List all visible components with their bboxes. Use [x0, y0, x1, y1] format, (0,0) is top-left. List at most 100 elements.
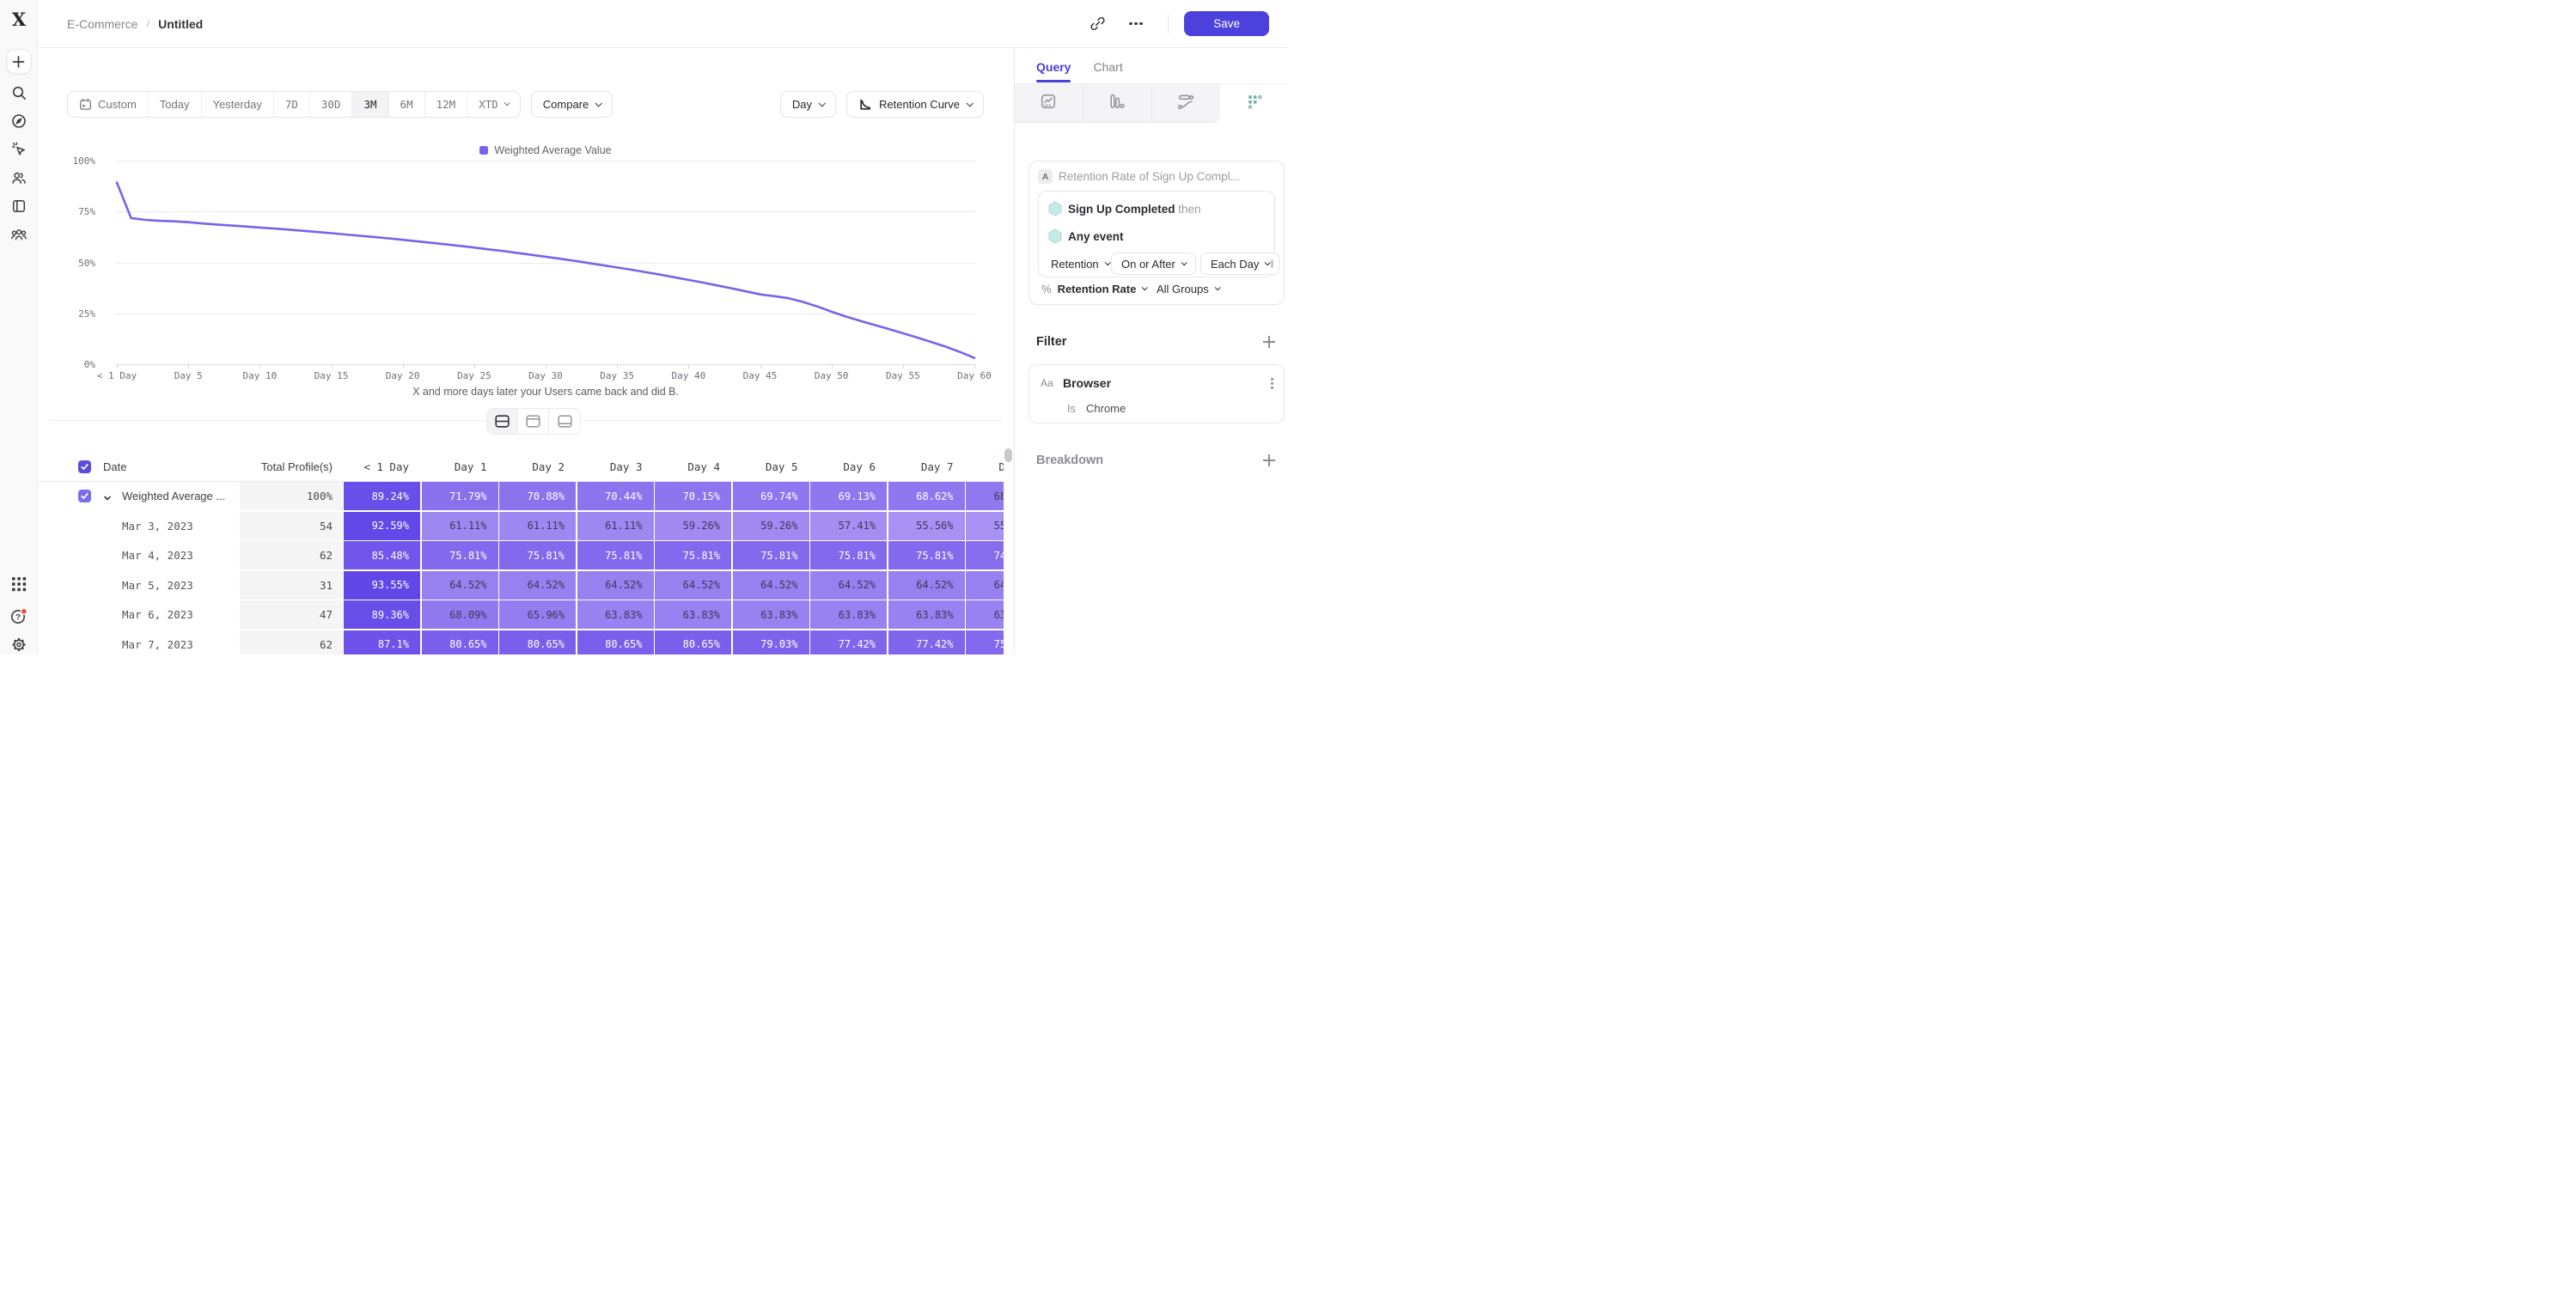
- retention-cell[interactable]: 92.59%: [344, 512, 420, 540]
- retention-cell[interactable]: 75.81%: [422, 541, 498, 569]
- retention-cell[interactable]: 59.26%: [733, 512, 809, 540]
- second-event-row[interactable]: Any event: [1068, 230, 1124, 243]
- retention-cell[interactable]: 61.11%: [422, 512, 498, 540]
- interval-dropdown[interactable]: Each Day: [1200, 253, 1279, 275]
- date-range-12m[interactable]: 12M: [425, 92, 468, 117]
- table-scrollbar[interactable]: [1004, 448, 1012, 462]
- retention-cell[interactable]: 68.09%: [422, 600, 498, 629]
- filter-operator[interactable]: Is: [1067, 403, 1076, 415]
- retention-cell[interactable]: 68.62%: [888, 482, 965, 510]
- table-only-toggle[interactable]: [549, 409, 580, 434]
- filter-property[interactable]: Browser: [1063, 376, 1111, 390]
- retention-cell[interactable]: 75.81%: [655, 541, 731, 569]
- app-logo[interactable]: X: [0, 9, 38, 30]
- retention-cell[interactable]: 64.52%: [577, 571, 654, 600]
- date-range-3m[interactable]: 3M: [352, 92, 388, 117]
- retention-cell[interactable]: 70.44%: [577, 482, 654, 510]
- add-breakdown-button[interactable]: [1263, 454, 1275, 466]
- first-event-row[interactable]: Sign Up Completed then: [1068, 203, 1201, 216]
- insights-tab[interactable]: [1015, 84, 1084, 123]
- retention-cell[interactable]: 63.83%: [966, 600, 1004, 629]
- filter-card[interactable]: Aa Browser Is Chrome: [1029, 364, 1285, 423]
- retention-cell[interactable]: 64.52%: [499, 571, 576, 600]
- retention-cell[interactable]: 68.11%: [966, 482, 1004, 510]
- retention-cell[interactable]: 65.96%: [499, 600, 576, 629]
- retention-cell[interactable]: 64.52%: [733, 571, 809, 600]
- funnels-tab[interactable]: [1084, 84, 1152, 123]
- settings-icon[interactable]: [10, 636, 27, 653]
- row-checkbox[interactable]: [78, 490, 91, 502]
- explore-icon[interactable]: [11, 113, 27, 129]
- retention-cell[interactable]: 64.52%: [888, 571, 965, 600]
- date-range-today[interactable]: Today: [149, 92, 202, 117]
- measure-dropdown[interactable]: % Retention Rate: [1041, 277, 1146, 300]
- retention-cell[interactable]: 75.81%: [577, 541, 654, 569]
- retention-cell[interactable]: 63.83%: [655, 600, 731, 629]
- retention-cell[interactable]: 64.52%: [810, 571, 887, 600]
- date-range-7d[interactable]: 7D: [274, 92, 310, 117]
- share-link-icon[interactable]: [1085, 12, 1109, 36]
- more-options-icon[interactable]: [1121, 12, 1151, 36]
- date-range-xtd[interactable]: XTD: [467, 92, 520, 117]
- retention-cell[interactable]: 70.88%: [499, 482, 576, 510]
- retention-cell[interactable]: 80.65%: [655, 630, 731, 655]
- retention-cell[interactable]: 55.56%: [966, 512, 1004, 540]
- breadcrumb-section[interactable]: E-Commerce: [67, 17, 137, 31]
- retention-cell[interactable]: 75.81%: [499, 541, 576, 569]
- retention-cell[interactable]: 61.11%: [499, 512, 576, 540]
- retention-cell[interactable]: 85.48%: [344, 541, 420, 569]
- retention-cell[interactable]: 64.52%: [655, 571, 731, 600]
- retention-cell[interactable]: 55.56%: [888, 512, 965, 540]
- filter-value[interactable]: Chrome: [1086, 402, 1126, 415]
- retention-cell[interactable]: 63.83%: [577, 600, 654, 629]
- tab-chart[interactable]: Chart: [1093, 60, 1122, 74]
- retention-cell[interactable]: 80.65%: [422, 630, 498, 655]
- events-icon[interactable]: [11, 142, 27, 157]
- retention-cell[interactable]: 75.81%: [733, 541, 809, 569]
- help-icon[interactable]: ?: [9, 607, 28, 626]
- search-icon[interactable]: [11, 85, 27, 100]
- retention-cell[interactable]: 75.81%: [966, 630, 1004, 655]
- flows-tab[interactable]: [1152, 84, 1221, 123]
- retention-cell[interactable]: 77.42%: [888, 630, 965, 655]
- retention-cell[interactable]: 80.65%: [577, 630, 654, 655]
- filter-menu-icon[interactable]: [1271, 382, 1273, 385]
- retention-cell[interactable]: 63.83%: [810, 600, 887, 629]
- date-range-yesterday[interactable]: Yesterday: [202, 92, 274, 117]
- retention-cell[interactable]: 71.79%: [422, 482, 498, 510]
- retention-cell[interactable]: 61.11%: [577, 512, 654, 540]
- breadcrumb-current[interactable]: Untitled: [158, 17, 203, 31]
- cohorts-icon[interactable]: [10, 227, 27, 242]
- retention-cell[interactable]: 59.26%: [655, 512, 731, 540]
- save-button[interactable]: Save: [1184, 11, 1269, 36]
- retention-cell[interactable]: 63.83%: [733, 600, 809, 629]
- compare-button[interactable]: Compare: [531, 91, 613, 118]
- legend-item[interactable]: Weighted Average Value: [117, 144, 974, 156]
- groups-dropdown[interactable]: All Groups: [1157, 277, 1219, 300]
- retention-cell[interactable]: 75.81%: [888, 541, 965, 569]
- retention-cell[interactable]: 69.74%: [733, 482, 809, 510]
- date-range-custom[interactable]: Custom: [68, 92, 149, 117]
- retention-cell[interactable]: 80.65%: [499, 630, 576, 655]
- users-icon[interactable]: [11, 170, 27, 186]
- retention-cell[interactable]: 77.42%: [810, 630, 887, 655]
- retention-cell[interactable]: 69.13%: [810, 482, 887, 510]
- expand-chevron-icon[interactable]: [103, 491, 112, 507]
- granularity-select[interactable]: Day: [780, 91, 836, 118]
- retention-cell[interactable]: 74.19%: [966, 541, 1004, 569]
- retention-cell[interactable]: 89.36%: [344, 600, 420, 629]
- retention-cell[interactable]: 70.15%: [655, 482, 731, 510]
- apps-icon[interactable]: [11, 576, 27, 592]
- retention-cell[interactable]: 89.24%: [344, 482, 420, 510]
- chart-only-toggle[interactable]: [518, 409, 549, 434]
- retention-cell[interactable]: 79.03%: [733, 630, 809, 655]
- query-title[interactable]: Retention Rate of Sign Up Compl...: [1059, 170, 1240, 183]
- boards-icon[interactable]: [11, 198, 27, 214]
- criteria-dropdown[interactable]: On or After: [1111, 253, 1196, 275]
- split-view-toggle[interactable]: [487, 409, 518, 434]
- retention-cell[interactable]: 64.52%: [422, 571, 498, 600]
- retention-cell[interactable]: 75.81%: [810, 541, 887, 569]
- add-filter-button[interactable]: [1263, 336, 1275, 348]
- create-icon[interactable]: [6, 49, 31, 74]
- retention-cell[interactable]: 57.41%: [810, 512, 887, 540]
